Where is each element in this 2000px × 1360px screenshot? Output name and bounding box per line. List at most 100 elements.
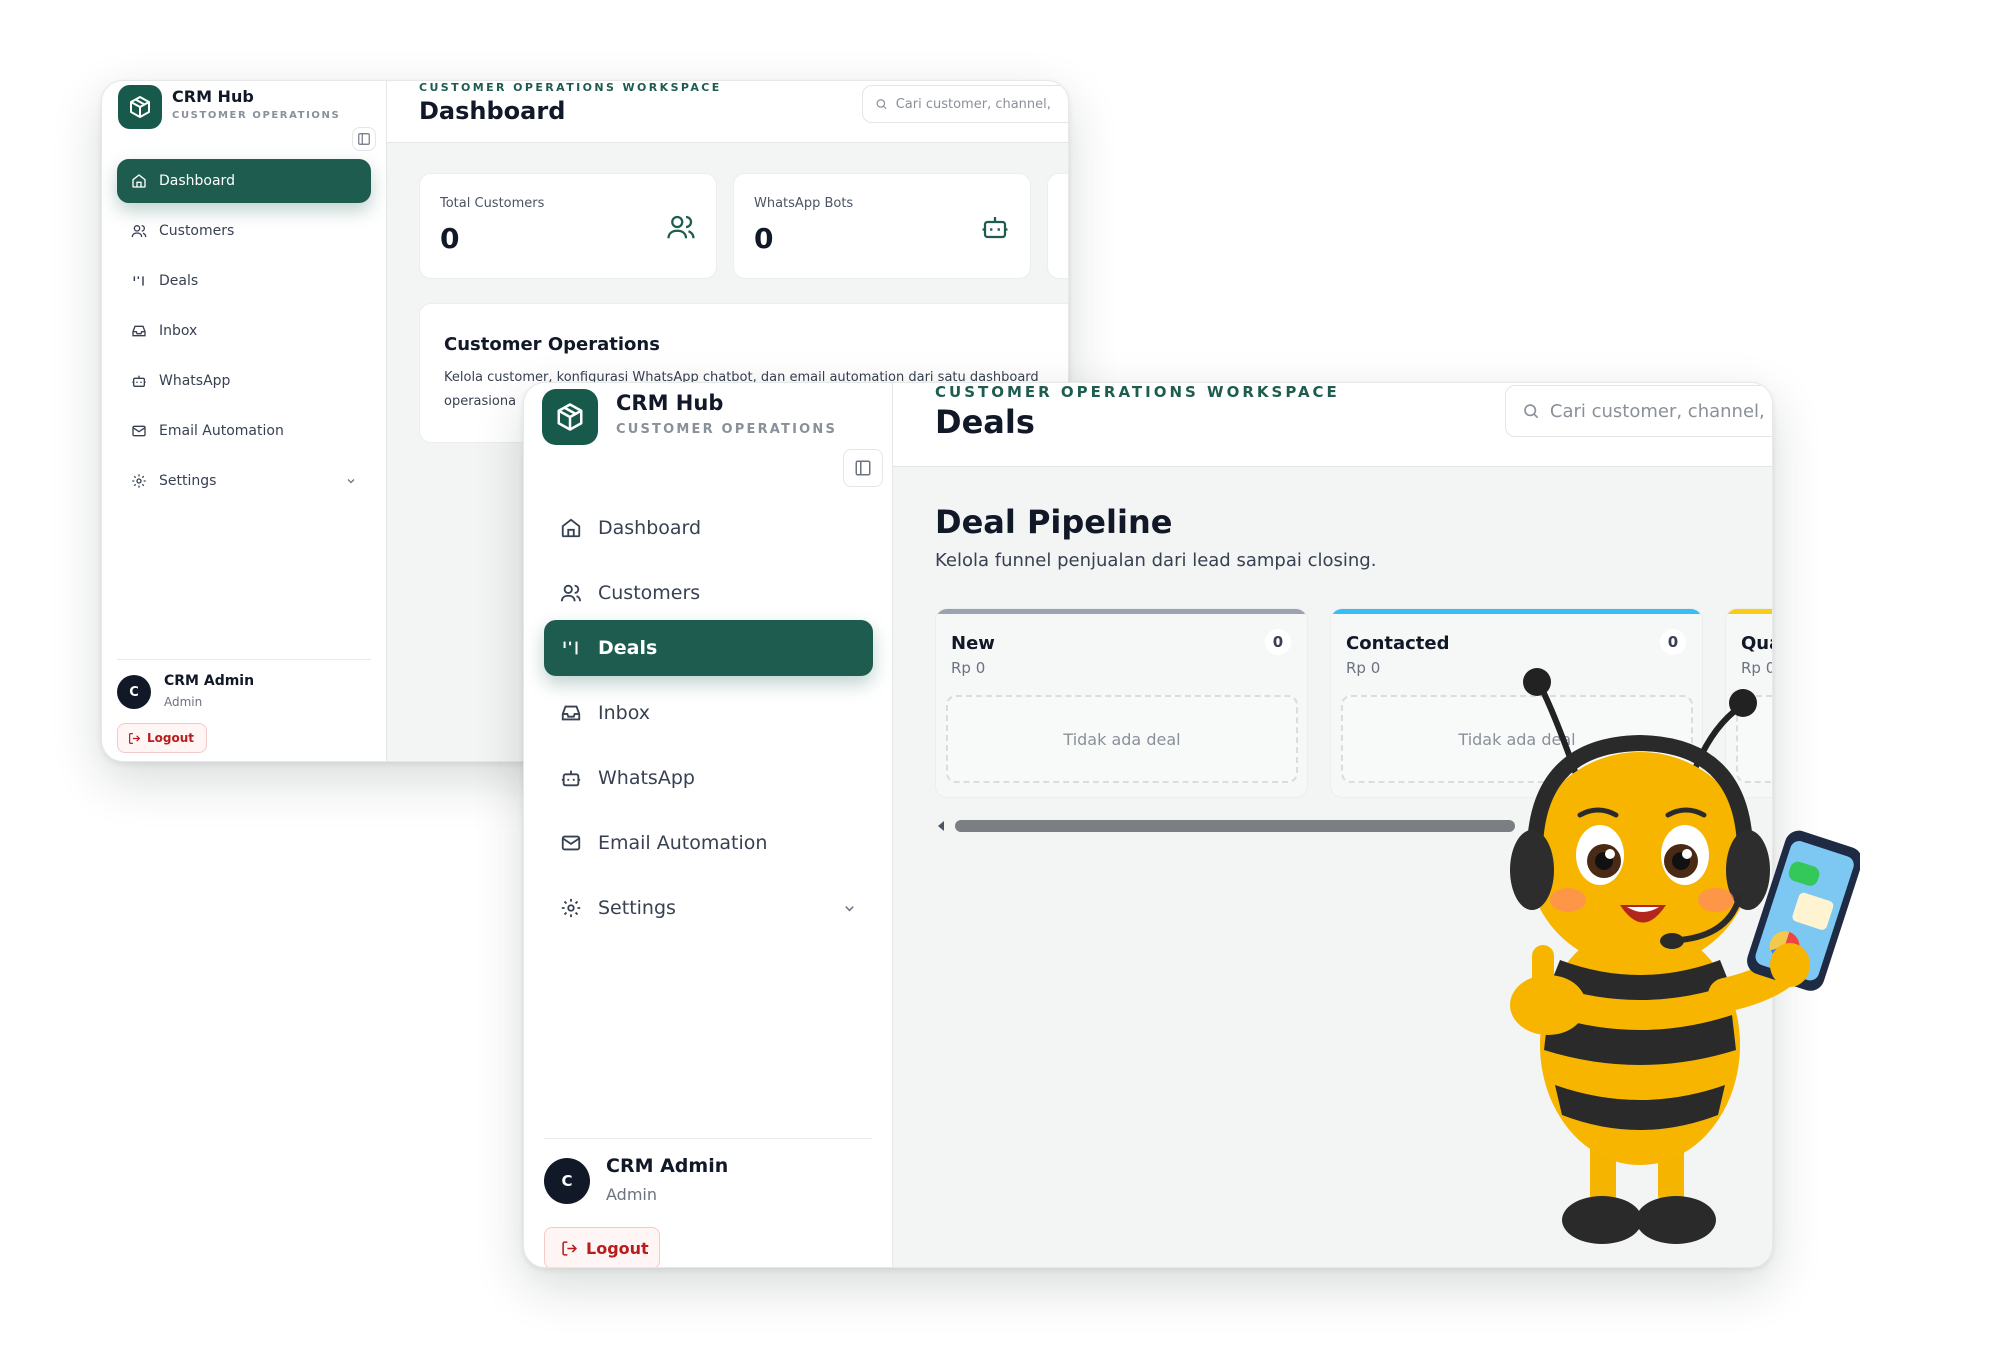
sidebar-toggle-icon — [855, 460, 871, 476]
logout-button[interactable]: Logout — [117, 723, 207, 753]
inbox-icon — [132, 325, 146, 337]
users-icon — [667, 215, 695, 239]
sidebar-item-settings[interactable]: Settings — [117, 459, 371, 503]
column-amount: Rp 0 — [951, 659, 986, 677]
sidebar-item-dashboard[interactable]: Dashboard — [544, 500, 873, 556]
bee-mascot-illustration — [1510, 668, 1860, 1244]
mail-icon — [561, 835, 581, 851]
stat-value: 0 — [754, 222, 774, 255]
scroll-left-arrow-icon[interactable] — [935, 820, 947, 832]
column-count-badge: 0 — [1265, 629, 1291, 655]
logout-button[interactable]: Logout — [544, 1227, 660, 1267]
avatar: C — [544, 1158, 590, 1204]
sidebar-item-settings[interactable]: Settings — [544, 880, 873, 936]
stat-card-whatsapp-bots: WhatsApp Bots 0 — [733, 173, 1031, 279]
sidebar-toggle-icon — [358, 133, 370, 145]
sidebar: CRM Hub CUSTOMER OPERATIONS Dashboard Cu… — [102, 81, 387, 761]
sidebar-item-label: Customers — [159, 223, 235, 239]
sidebar-item-label: Dashboard — [598, 517, 702, 539]
column-amount: Rp 0 — [1346, 659, 1381, 677]
column-title: Qua — [1741, 633, 1772, 654]
sidebar-item-label: Customers — [598, 582, 701, 604]
search-input[interactable] — [895, 96, 1068, 112]
brand-name: CRM Hub — [172, 87, 254, 106]
stat-card-total-customers: Total Customers 0 — [419, 173, 717, 279]
bot-icon — [982, 217, 1008, 239]
column-title: New — [951, 633, 995, 654]
box-icon — [557, 403, 583, 431]
sidebar-item-email-automation[interactable]: Email Automation — [544, 815, 873, 871]
sidebar-item-label: Settings — [159, 473, 217, 489]
brand-name: CRM Hub — [616, 391, 724, 415]
mail-icon — [132, 425, 146, 437]
workspace-eyebrow: CUSTOMER OPERATIONS WORKSPACE — [419, 81, 722, 94]
user-role: Admin — [164, 695, 203, 709]
sidebar-item-deals[interactable]: Deals — [544, 620, 873, 676]
search-box[interactable] — [1505, 385, 1772, 437]
column-title: Contacted — [1346, 633, 1450, 654]
home-icon — [561, 518, 581, 538]
sidebar-item-customers[interactable]: Customers — [544, 565, 873, 621]
card-title: Customer Operations — [444, 334, 660, 355]
sidebar-item-deals[interactable]: Deals — [117, 259, 371, 303]
search-icon — [1524, 404, 1539, 419]
bot-icon — [132, 375, 146, 387]
bot-icon — [561, 770, 581, 787]
sidebar-divider — [544, 1138, 872, 1139]
user-name: CRM Admin — [164, 673, 255, 689]
home-icon — [132, 174, 146, 188]
header: CUSTOMER OPERATIONS WORKSPACE Deals — [893, 383, 1772, 467]
pipeline-icon — [133, 276, 144, 286]
users-icon — [131, 225, 147, 238]
brand-subtitle: CUSTOMER OPERATIONS — [616, 422, 838, 437]
sidebar-item-whatsapp[interactable]: WhatsApp — [544, 750, 873, 806]
sidebar-item-inbox[interactable]: Inbox — [544, 685, 873, 741]
sidebar-item-customers[interactable]: Customers — [117, 209, 371, 253]
logout-label: Logout — [147, 731, 195, 745]
card-description-continued: operasiona — [444, 394, 517, 409]
sidebar-item-label: Deals — [159, 273, 199, 289]
brand-logo — [118, 85, 162, 129]
sidebar-item-email-automation[interactable]: Email Automation — [117, 409, 371, 453]
sidebar-item-label: Deals — [598, 637, 658, 659]
search-icon — [876, 99, 887, 110]
pipeline-column-new: New Rp 0 0 Tidak ada deal — [935, 608, 1308, 798]
column-count-badge: 0 — [1660, 629, 1686, 655]
page-title: Dashboard — [419, 97, 566, 125]
pipeline-title: Deal Pipeline — [935, 503, 1173, 541]
logout-label: Logout — [586, 1238, 649, 1258]
search-input[interactable] — [1549, 400, 1772, 422]
box-icon — [130, 96, 150, 118]
stat-card-partial — [1047, 173, 1068, 279]
sidebar-item-label: Email Automation — [159, 423, 284, 439]
sidebar-item-dashboard[interactable]: Dashboard — [117, 159, 371, 203]
avatar: C — [117, 675, 151, 709]
logout-icon — [562, 1240, 577, 1256]
column-color-bar — [1726, 609, 1772, 614]
brand-subtitle: CUSTOMER OPERATIONS — [172, 110, 341, 121]
user-name: CRM Admin — [606, 1155, 729, 1177]
stat-label: Total Customers — [440, 196, 545, 211]
scrollbar-thumb[interactable] — [955, 820, 1515, 832]
users-icon — [560, 584, 582, 602]
sidebar: CRM Hub CUSTOMER OPERATIONS Dashboard Cu… — [524, 383, 893, 1267]
sidebar-item-label: Email Automation — [598, 832, 768, 854]
collapse-sidebar-button[interactable] — [843, 449, 883, 487]
sidebar-item-inbox[interactable]: Inbox — [117, 309, 371, 353]
workspace-eyebrow: CUSTOMER OPERATIONS WORKSPACE — [935, 383, 1340, 401]
chevron-down-icon — [347, 479, 355, 484]
sidebar-item-label: Inbox — [598, 702, 650, 724]
user-role: Admin — [606, 1185, 657, 1204]
collapse-sidebar-button[interactable] — [352, 127, 376, 151]
stat-label: WhatsApp Bots — [754, 196, 854, 211]
chevron-down-icon — [845, 906, 854, 912]
sidebar-item-whatsapp[interactable]: WhatsApp — [117, 359, 371, 403]
sidebar-item-label: Dashboard — [159, 173, 235, 189]
sidebar-divider — [117, 659, 371, 660]
pipeline-icon — [563, 641, 578, 655]
logout-icon — [129, 732, 141, 744]
sidebar-item-label: Settings — [598, 897, 676, 919]
sidebar-item-label: Inbox — [159, 323, 198, 339]
screenshot-stage: CRM Hub CUSTOMER OPERATIONS Dashboard Cu… — [0, 0, 2000, 1360]
search-box[interactable] — [862, 85, 1068, 123]
